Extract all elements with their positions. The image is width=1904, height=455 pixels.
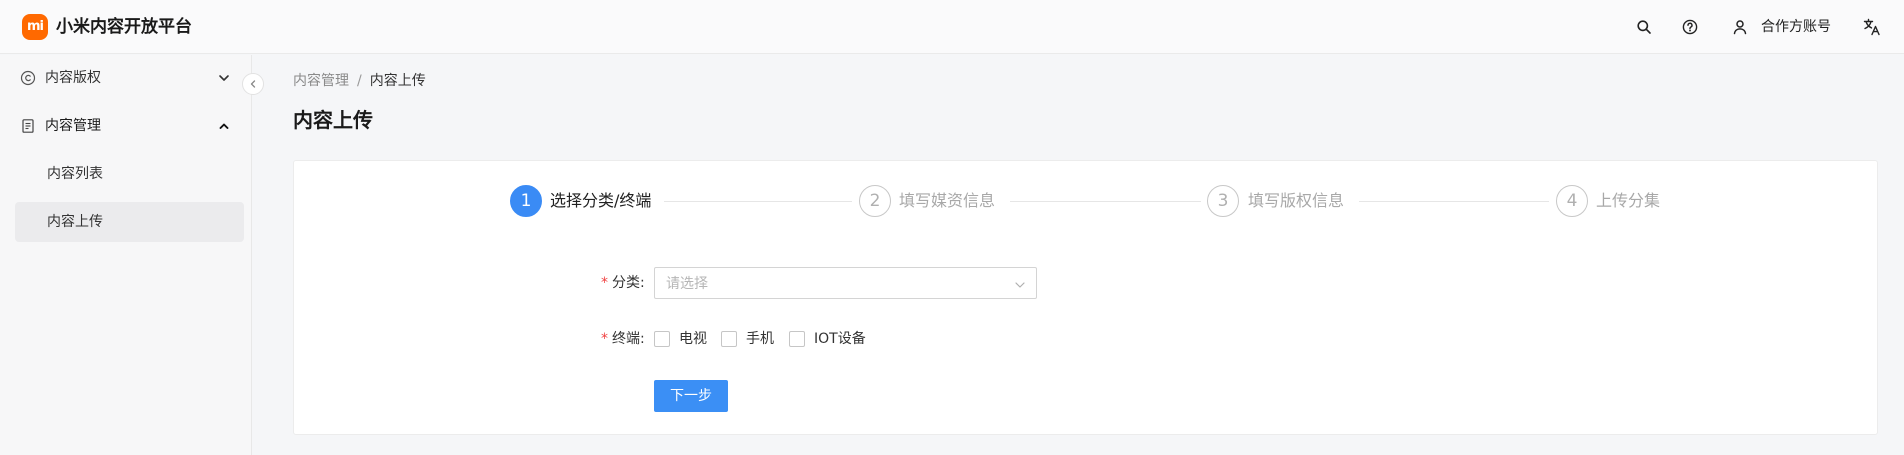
document-icon	[20, 118, 36, 134]
translate-icon[interactable]	[1861, 16, 1883, 38]
user-icon[interactable]	[1729, 16, 1751, 38]
step-2-indicator: 2	[859, 185, 891, 217]
chevron-left-icon	[250, 80, 256, 88]
chevron-down-icon	[216, 70, 232, 86]
terminal-option-phone[interactable]: 手机	[721, 329, 774, 349]
top-header: mi 小米内容开放平台 合作方账号	[0, 0, 1904, 54]
sidebar-item-label: 内容版权	[45, 70, 101, 86]
checkbox[interactable]	[654, 331, 670, 347]
step-connector	[1359, 201, 1549, 202]
terminal-option-tv[interactable]: 电视	[654, 329, 707, 349]
step-3-indicator: 3	[1207, 185, 1239, 217]
copyright-icon	[20, 70, 36, 86]
sidebar: 内容版权 内容管理 内容列表 内容上传	[0, 55, 252, 455]
sidebar-item-label: 内容管理	[45, 118, 101, 134]
category-label-text: 分类:	[612, 275, 645, 291]
sidebar-collapse-button[interactable]	[242, 73, 264, 95]
required-mark: *	[601, 275, 608, 291]
step-4-label: 上传分集	[1596, 191, 1661, 210]
category-select-placeholder: 请选择	[666, 276, 708, 292]
checkbox-label[interactable]: IOT设备	[814, 329, 866, 349]
sidebar-item-content-list[interactable]: 内容列表	[15, 154, 244, 194]
breadcrumb-current: 内容上传	[369, 73, 426, 89]
help-icon[interactable]	[1679, 16, 1701, 38]
search-icon[interactable]	[1633, 16, 1655, 38]
category-select[interactable]: 请选择	[654, 267, 1037, 299]
checkbox-label[interactable]: 手机	[746, 329, 774, 349]
breadcrumb-parent[interactable]: 内容管理	[293, 73, 349, 89]
step-3-label: 填写版权信息	[1248, 191, 1345, 210]
page-title: 内容上传	[293, 108, 373, 132]
terminal-label: * 终端:	[601, 329, 645, 349]
breadcrumb: 内容管理 / 内容上传	[293, 70, 426, 92]
category-label: * 分类:	[601, 273, 645, 293]
sidebar-item-label: 内容列表	[47, 166, 103, 182]
terminal-option-iot[interactable]: IOT设备	[789, 329, 866, 349]
sidebar-item-content-copyright[interactable]: 内容版权	[14, 58, 244, 98]
step-connector	[664, 201, 852, 202]
next-step-button[interactable]: 下一步	[654, 380, 728, 412]
step-1-label: 选择分类/终端	[550, 191, 652, 210]
sidebar-item-content-upload[interactable]: 内容上传	[15, 202, 244, 242]
checkbox[interactable]	[721, 331, 737, 347]
step-1-indicator: 1	[510, 185, 542, 217]
terminal-label-text: 终端:	[612, 331, 645, 347]
checkbox[interactable]	[789, 331, 805, 347]
chevron-down-icon	[1013, 277, 1027, 291]
required-mark: *	[601, 331, 608, 347]
app-title: 小米内容开放平台	[56, 17, 192, 37]
step-connector	[1010, 201, 1201, 202]
sidebar-item-content-management[interactable]: 内容管理	[14, 106, 244, 146]
breadcrumb-separator: /	[357, 73, 362, 89]
account-name[interactable]: 合作方账号	[1761, 16, 1831, 38]
xiaomi-logo[interactable]: mi	[22, 14, 48, 40]
checkbox-label[interactable]: 电视	[679, 329, 707, 349]
step-4-indicator: 4	[1556, 185, 1588, 217]
chevron-up-icon	[216, 118, 232, 134]
sidebar-item-label: 内容上传	[47, 214, 103, 230]
step-2-label: 填写媒资信息	[899, 191, 996, 210]
